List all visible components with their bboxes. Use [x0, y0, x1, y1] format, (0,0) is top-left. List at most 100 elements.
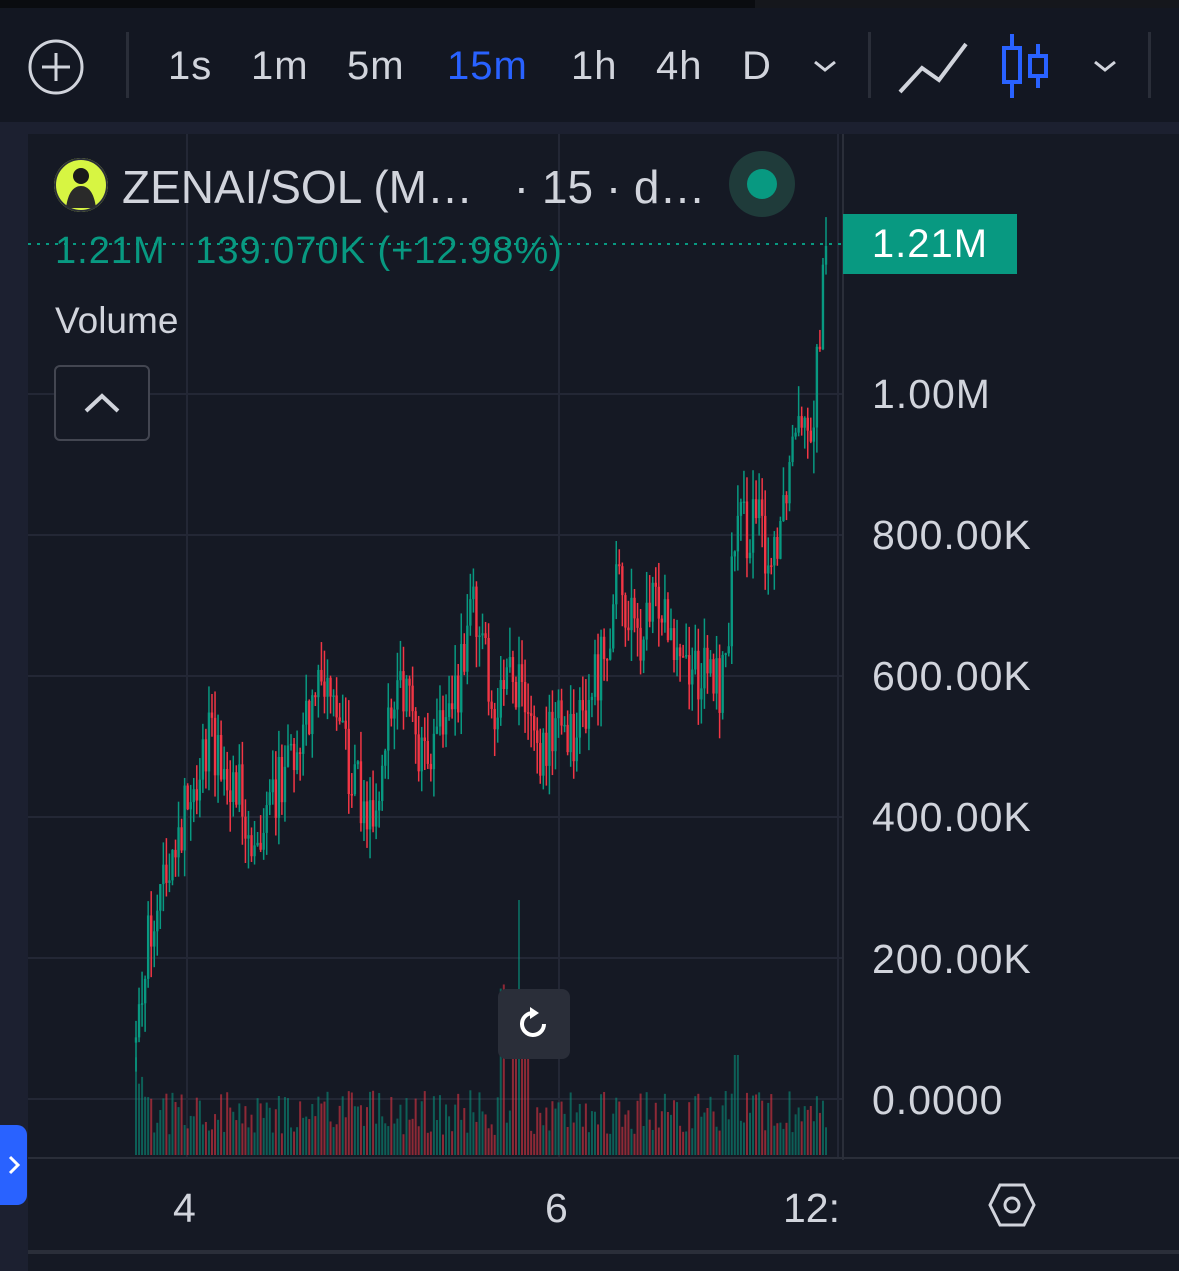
candle-body [277, 756, 281, 818]
candle-body [706, 647, 709, 674]
volume-bar [776, 1123, 779, 1155]
candle-body [341, 720, 344, 723]
candle-body [672, 628, 676, 661]
volume-bar [815, 1096, 818, 1155]
side-panel-toggle[interactable] [0, 1125, 27, 1205]
volume-bar [469, 1090, 472, 1155]
volume-bar [673, 1100, 676, 1155]
collapse-legend-button[interactable] [54, 365, 150, 441]
volume-bar [429, 1131, 432, 1155]
volume-bar [135, 1057, 137, 1155]
volume-bar [381, 1116, 384, 1155]
candle-body [229, 790, 232, 803]
candle-body [265, 805, 268, 833]
candle-body [414, 711, 417, 735]
candle-body [484, 633, 487, 638]
candle-body [581, 700, 585, 711]
volume-bar [648, 1119, 651, 1155]
candle-body [554, 718, 557, 752]
volume-bar [825, 1127, 827, 1155]
legend-title[interactable]: ZENAI/SOL (M… · 15 · d… [122, 160, 706, 214]
y-tick-label: 1.00M [872, 371, 991, 417]
candle-body [478, 635, 481, 637]
candle-body [411, 685, 414, 712]
volume-bar [727, 1119, 730, 1155]
candle-body [438, 710, 442, 727]
volume-label[interactable]: Volume [55, 300, 178, 342]
volume-bar [566, 1126, 569, 1155]
candle-body [806, 417, 809, 431]
status-dot [747, 169, 777, 199]
volume-bar [454, 1104, 457, 1155]
candle-body [213, 717, 217, 776]
volume-bar [505, 1122, 508, 1155]
volume-bar [484, 1114, 487, 1155]
volume-bar [332, 1127, 335, 1155]
candle-body [210, 712, 214, 718]
volume-bar [694, 1096, 697, 1155]
candle-body [232, 772, 235, 803]
volume-bar [451, 1131, 454, 1155]
y-tick-label: 800.00K [872, 512, 1032, 558]
x-tick-label: 6 [545, 1185, 568, 1231]
candle-body [274, 779, 278, 818]
candle-body [146, 915, 150, 979]
chevron-right-icon [8, 1155, 20, 1175]
candle-body [739, 502, 743, 516]
candle-body [627, 627, 630, 631]
volume-bar [749, 1112, 752, 1155]
volume-bar [420, 1101, 423, 1155]
settings-icon[interactable] [988, 1182, 1036, 1228]
candle-body [168, 880, 171, 883]
candle-body [551, 711, 554, 752]
candle-body [520, 664, 524, 682]
candle-body [222, 769, 226, 780]
candle-body [165, 864, 168, 883]
volume-bar [280, 1133, 283, 1155]
candle-body [633, 597, 636, 619]
market-status-indicator[interactable] [729, 151, 795, 217]
candle-body [733, 551, 737, 557]
volume-bar [800, 1121, 803, 1155]
candle-body [481, 633, 484, 636]
volume-bar [329, 1121, 332, 1155]
volume-bar [347, 1091, 350, 1155]
chevron-up-icon [84, 393, 120, 413]
volume-bar [669, 1114, 672, 1155]
volume-bar [679, 1125, 682, 1155]
candle-body [323, 681, 326, 697]
candle-body [244, 816, 247, 839]
volume-bar [742, 1122, 745, 1155]
volume-bar [241, 1123, 244, 1155]
volume-bar [657, 1127, 660, 1155]
candle-body [675, 647, 679, 661]
volume-bar [606, 1133, 609, 1155]
candle-body [612, 604, 615, 649]
volume-bar [290, 1127, 293, 1155]
symbol-name[interactable]: ZENAI/SOL (M… [122, 161, 473, 213]
candle-body [286, 745, 290, 767]
candle-body [174, 849, 177, 858]
candle-body [712, 659, 715, 694]
candle-body [183, 785, 186, 851]
candle-body [529, 713, 533, 716]
volume-bar [201, 1124, 204, 1155]
volume-bar [551, 1101, 554, 1155]
candle-body [596, 654, 600, 701]
volume-bar [217, 1119, 220, 1155]
candle-body [301, 724, 305, 754]
candle-body [250, 835, 253, 857]
volume-bar [210, 1129, 213, 1155]
candle-body [496, 717, 499, 730]
candle-body [408, 678, 411, 686]
volume-bar [603, 1091, 606, 1155]
candle-body [560, 700, 563, 726]
candle-body [824, 245, 828, 265]
volume-bar [806, 1109, 809, 1155]
candle-body [466, 625, 469, 672]
volume-bar [818, 1112, 821, 1155]
candle-body [402, 671, 405, 712]
candle-body [812, 427, 816, 442]
volume-bar [256, 1098, 259, 1155]
reset-chart-button[interactable] [498, 989, 570, 1059]
